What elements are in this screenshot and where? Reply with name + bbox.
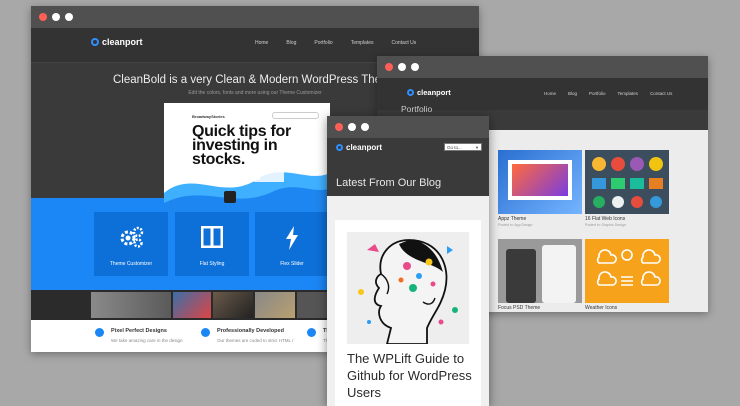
weather-icons-grid <box>596 249 661 286</box>
logo-ring-icon <box>91 38 99 46</box>
tablet-brand: BroadwayStories <box>192 114 225 119</box>
main-nav: Home Blog Portfolio Templates Contact Us <box>255 40 416 46</box>
sparkle-icon <box>95 328 104 337</box>
portfolio-item[interactable]: 16 Flat Web Icons Posted in: Graphic Des… <box>585 150 669 227</box>
maximize-dot-icon[interactable] <box>65 13 73 21</box>
site-logo[interactable]: cleanport <box>407 88 451 97</box>
site-logo[interactable]: cleanport <box>336 143 382 152</box>
section-title: Latest From Our Blog <box>336 177 442 189</box>
maximize-dot-icon[interactable] <box>411 63 419 71</box>
close-dot-icon[interactable] <box>335 123 343 131</box>
minimize-dot-icon[interactable] <box>348 123 356 131</box>
portfolio-item[interactable]: Appz Theme Posted in: App Design <box>498 150 582 227</box>
nav-contact[interactable]: Contact Us <box>650 91 672 96</box>
chevron-down-icon: ▼ <box>475 145 479 150</box>
columns-icon <box>201 226 223 248</box>
nav-templates[interactable]: Templates <box>618 91 639 96</box>
abstract-head-illustration <box>358 239 458 345</box>
nav-home[interactable]: Home <box>255 40 268 46</box>
code-icon <box>201 328 210 337</box>
lightning-icon <box>286 226 298 250</box>
carousel-indicators[interactable] <box>239 177 260 180</box>
theme-preview-window-blog: cleanport Go to... ▼ Latest From Our Blog <box>327 116 489 406</box>
portfolio-item[interactable]: Weather Icons <box>585 239 669 311</box>
site-header: cleanport Go to... ▼ Latest From Our Blog <box>327 138 489 196</box>
nav-portfolio[interactable]: Portfolio <box>314 40 332 46</box>
section-title: Portfolio <box>401 104 433 114</box>
tablet-mockup: BroadwayStories Quick tips for investing… <box>164 103 330 213</box>
portfolio-item[interactable]: Focus PSD Theme <box>498 239 582 311</box>
site-logo[interactable]: cleanport <box>91 37 143 47</box>
feature-theme-customizer[interactable]: Theme Customizer <box>94 212 168 276</box>
feature-flex-slider[interactable]: Flex Slider <box>255 212 329 276</box>
flat-icons-grid <box>592 157 663 208</box>
window-titlebar <box>31 6 479 28</box>
nav-blog[interactable]: Blog <box>286 40 296 46</box>
gears-icon <box>120 226 144 248</box>
blog-post-card[interactable]: The WPLift Guide to Github for WordPress… <box>335 220 481 406</box>
check-icon <box>307 328 316 337</box>
wave-graphic <box>164 168 330 213</box>
minimize-dot-icon[interactable] <box>398 63 406 71</box>
post-featured-image[interactable] <box>347 232 469 345</box>
post-title[interactable]: The WPLift Guide to Github for WordPress… <box>347 350 477 401</box>
portfolio-thumbnail[interactable] <box>585 150 669 214</box>
window-titlebar <box>327 116 489 138</box>
nav-templates[interactable]: Templates <box>351 40 374 46</box>
logo-ring-icon <box>336 144 343 151</box>
nav-blog[interactable]: Blog <box>568 91 577 96</box>
close-dot-icon[interactable] <box>385 63 393 71</box>
feature-flat-styling[interactable]: Flat Styling <box>175 212 249 276</box>
logo-ring-icon <box>407 89 414 96</box>
tablet-search-bar <box>272 112 319 119</box>
close-dot-icon[interactable] <box>39 13 47 21</box>
nav-portfolio[interactable]: Portfolio <box>589 91 606 96</box>
portfolio-thumbnail[interactable] <box>498 150 582 214</box>
portfolio-thumbnail[interactable] <box>498 239 582 303</box>
nav-home[interactable]: Home <box>544 91 556 96</box>
portfolio-thumbnail[interactable] <box>585 239 669 303</box>
minimize-dot-icon[interactable] <box>52 13 60 21</box>
goto-select[interactable]: Go to... ▼ <box>444 143 482 151</box>
window-titlebar <box>377 56 708 78</box>
main-nav: Home Blog Portfolio Templates Contact Us <box>544 91 672 96</box>
maximize-dot-icon[interactable] <box>361 123 369 131</box>
tablet-headline: Quick tips for investing in stocks. <box>192 123 291 168</box>
nav-contact[interactable]: Contact Us <box>392 40 417 46</box>
